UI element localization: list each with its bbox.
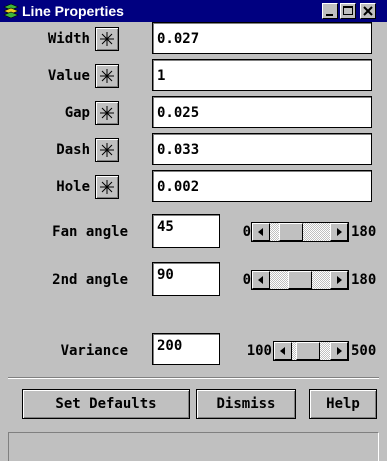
status-bar bbox=[8, 432, 379, 461]
arrow-left-icon bbox=[258, 276, 263, 284]
dash-label: Dash bbox=[56, 142, 90, 158]
crosshair-star-icon bbox=[100, 106, 114, 120]
maximize-icon bbox=[343, 6, 353, 15]
crosshair-star-icon bbox=[100, 143, 114, 157]
slider-left-arrow[interactable] bbox=[252, 223, 270, 241]
second-angle-min: 0 bbox=[242, 272, 251, 288]
variance-slider[interactable] bbox=[273, 341, 349, 361]
slider-thumb[interactable] bbox=[279, 223, 303, 241]
slider-right-arrow[interactable] bbox=[330, 342, 348, 360]
width-field[interactable]: 0.027 bbox=[152, 22, 372, 54]
slider-thumb[interactable] bbox=[296, 342, 320, 360]
hole-field[interactable]: 0.002 bbox=[152, 170, 372, 202]
value-field[interactable]: 1 bbox=[152, 59, 372, 91]
arrow-left-icon bbox=[258, 228, 263, 236]
gap-pick-button[interactable] bbox=[95, 101, 119, 125]
slider-thumb[interactable] bbox=[288, 271, 312, 289]
dash-field[interactable]: 0.033 bbox=[152, 133, 372, 165]
width-label: Width bbox=[47, 31, 90, 47]
crosshair-star-icon bbox=[100, 180, 114, 194]
variance-field[interactable]: 200 bbox=[152, 333, 220, 365]
second-angle-label: 2nd angle bbox=[52, 272, 128, 288]
title-bar[interactable]: Line Properties bbox=[0, 0, 387, 22]
crosshair-star-icon bbox=[100, 32, 114, 46]
gap-field[interactable]: 0.025 bbox=[152, 96, 372, 128]
hole-pick-button[interactable] bbox=[95, 175, 119, 199]
line-properties-window: Line Properties Width 0.027 Value 1 Gap … bbox=[0, 0, 387, 461]
fan-angle-slider[interactable] bbox=[251, 222, 349, 242]
second-angle-max: 180 bbox=[351, 272, 377, 288]
close-button[interactable] bbox=[360, 3, 376, 19]
slider-right-arrow[interactable] bbox=[330, 271, 348, 289]
gap-label: Gap bbox=[64, 105, 90, 121]
close-icon bbox=[363, 6, 373, 16]
hole-label: Hole bbox=[56, 179, 90, 195]
crosshair-star-icon bbox=[100, 69, 114, 83]
fan-angle-max: 180 bbox=[351, 224, 377, 240]
value-label: Value bbox=[47, 68, 90, 84]
arrow-left-icon bbox=[280, 347, 285, 355]
second-angle-field[interactable]: 90 bbox=[152, 262, 220, 296]
minimize-button[interactable] bbox=[322, 3, 338, 19]
arrow-right-icon bbox=[337, 276, 342, 284]
slider-left-arrow[interactable] bbox=[274, 342, 292, 360]
fan-angle-label: Fan angle bbox=[52, 224, 128, 240]
maximize-button[interactable] bbox=[340, 3, 356, 19]
dash-pick-button[interactable] bbox=[95, 138, 119, 162]
width-pick-button[interactable] bbox=[95, 27, 119, 51]
minimize-icon bbox=[326, 14, 333, 16]
variance-min: 100 bbox=[246, 343, 272, 359]
slider-right-arrow[interactable] bbox=[330, 223, 348, 241]
slider-left-arrow[interactable] bbox=[252, 271, 270, 289]
window-title: Line Properties bbox=[22, 3, 124, 19]
arrow-right-icon bbox=[337, 228, 342, 236]
fan-angle-min: 0 bbox=[242, 224, 251, 240]
fan-angle-field[interactable]: 45 bbox=[152, 214, 220, 248]
stacked-layers-icon bbox=[3, 3, 19, 19]
arrow-right-icon bbox=[337, 347, 342, 355]
variance-max: 500 bbox=[351, 343, 377, 359]
variance-label: Variance bbox=[60, 343, 128, 359]
separator bbox=[8, 377, 379, 379]
set-defaults-button[interactable]: Set Defaults bbox=[22, 389, 190, 419]
second-angle-slider[interactable] bbox=[251, 270, 349, 290]
help-button[interactable]: Help bbox=[309, 389, 377, 419]
dismiss-button[interactable]: Dismiss bbox=[196, 389, 296, 419]
value-pick-button[interactable] bbox=[95, 64, 119, 88]
